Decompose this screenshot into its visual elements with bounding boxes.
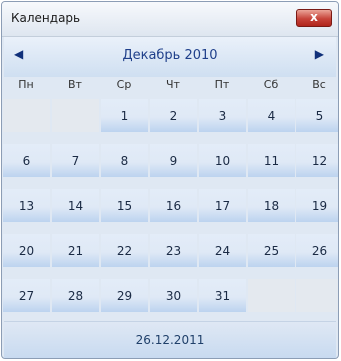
day-cell[interactable]: 20 xyxy=(3,234,50,267)
empty-day-cell xyxy=(296,279,338,312)
weekday-label: Чт xyxy=(166,78,180,91)
day-cell[interactable]: 16 xyxy=(150,189,197,222)
day-cell[interactable]: 14 xyxy=(52,189,99,222)
day-cell[interactable]: 4 xyxy=(248,99,295,132)
day-cell[interactable]: 11 xyxy=(248,144,295,177)
weekday-label: Сб xyxy=(263,78,279,91)
day-cell[interactable]: 6 xyxy=(3,144,50,177)
empty-day-cell xyxy=(52,99,99,132)
day-cell[interactable]: 13 xyxy=(3,189,50,222)
day-cell[interactable]: 15 xyxy=(101,189,148,222)
month-navigation: ◀ Декабрь 2010 ▶ xyxy=(4,37,336,77)
day-cell[interactable]: 5 xyxy=(296,99,338,132)
day-cell[interactable]: 24 xyxy=(199,234,246,267)
empty-day-cell xyxy=(248,279,295,312)
day-cell[interactable]: 28 xyxy=(52,279,99,312)
day-cell[interactable]: 1 xyxy=(101,99,148,132)
day-cell[interactable]: 12 xyxy=(296,144,338,177)
day-cell[interactable]: 3 xyxy=(199,99,246,132)
title-bar: Календарь x xyxy=(2,2,338,37)
day-cell[interactable]: 21 xyxy=(52,234,99,267)
day-cell[interactable]: 18 xyxy=(248,189,295,222)
day-cell[interactable]: 17 xyxy=(199,189,246,222)
window-title: Календарь xyxy=(11,11,81,25)
day-cell[interactable]: 25 xyxy=(248,234,295,267)
weekday-label: Пн xyxy=(18,78,34,91)
day-cell[interactable]: 8 xyxy=(101,144,148,177)
calendar-window: Календарь x ◀ Декабрь 2010 ▶ Пн Вт Ср Чт Пт С… xyxy=(1,1,339,359)
empty-day-cell xyxy=(3,99,50,132)
day-cell[interactable]: 23 xyxy=(150,234,197,267)
today-button[interactable]: 26.12.2011 xyxy=(4,321,336,358)
day-cell[interactable]: 30 xyxy=(150,279,197,312)
close-icon: x xyxy=(310,10,318,24)
day-cell[interactable]: 10 xyxy=(199,144,246,177)
day-cell[interactable]: 9 xyxy=(150,144,197,177)
day-cell[interactable]: 2 xyxy=(150,99,197,132)
month-label[interactable]: Декабрь 2010 xyxy=(4,48,336,63)
day-cell[interactable]: 22 xyxy=(101,234,148,267)
weekday-label: Вс xyxy=(312,78,326,91)
today-date-label: 26.12.2011 xyxy=(135,333,205,347)
day-cell[interactable]: 29 xyxy=(101,279,148,312)
day-cell[interactable]: 19 xyxy=(296,189,338,222)
weekday-label: Ср xyxy=(116,78,132,91)
day-cell[interactable]: 7 xyxy=(52,144,99,177)
calendar-body: ◀ Декабрь 2010 ▶ Пн Вт Ср Чт Пт Сб Вс 12345678… xyxy=(3,37,338,358)
next-month-icon[interactable]: ▶ xyxy=(315,47,324,61)
close-button[interactable]: x xyxy=(296,9,332,27)
day-cell[interactable]: 26 xyxy=(296,234,338,267)
day-cell[interactable]: 31 xyxy=(199,279,246,312)
weekday-label: Пт xyxy=(214,78,230,91)
weekday-label: Вт xyxy=(68,78,82,91)
day-cell[interactable]: 27 xyxy=(3,279,50,312)
